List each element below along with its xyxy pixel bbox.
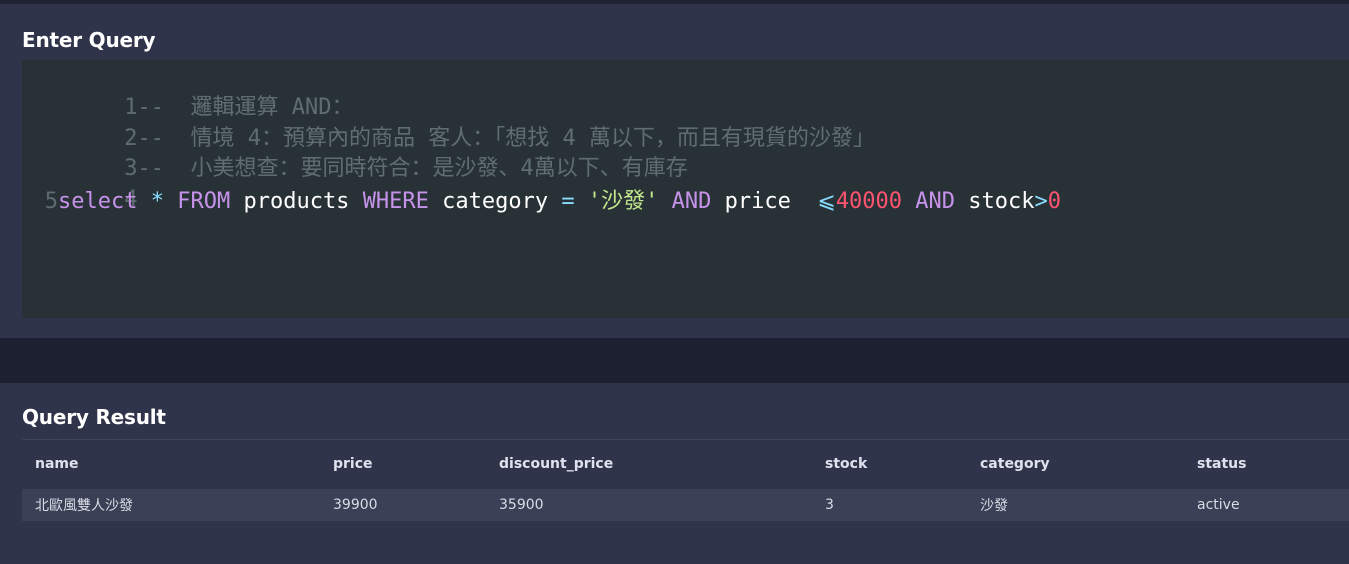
- code-line-5: 5select * FROM products WHERE category =…: [22, 187, 1061, 217]
- column-header-category[interactable]: category: [967, 440, 1184, 489]
- panel-divider: [0, 338, 1349, 383]
- sql-column-stock: stock: [968, 189, 1035, 214]
- sql-keyword-select: select: [58, 189, 138, 214]
- cell-status: active: [1197, 496, 1240, 513]
- sql-operator-eq: =: [561, 189, 575, 214]
- code-line-4: 4: [22, 155, 137, 212]
- sql-star: *: [150, 189, 164, 214]
- sql-column-price: price: [724, 189, 791, 214]
- cell-discount-price: 35900: [499, 496, 544, 513]
- sql-table-name: products: [243, 189, 350, 214]
- cell-stock: 3: [825, 496, 834, 513]
- result-panel: Query Result name price discount_price s…: [0, 383, 1349, 564]
- code-line-3: 3-- 小美想查：要同時符合：是沙發、4萬以下、有庫存: [22, 124, 687, 181]
- result-table: name price discount_price stock category…: [22, 439, 1349, 521]
- sql-comment: -- 小美想查：要同時符合：是沙發、4萬以下、有庫存: [137, 156, 688, 181]
- column-header-status[interactable]: status: [1184, 440, 1349, 489]
- cell-price: 39900: [333, 496, 378, 513]
- column-header-discount-price[interactable]: discount_price: [486, 440, 812, 489]
- sql-operator-lte: ⩽: [817, 189, 836, 214]
- code-line-1: 1-- 邏輯運算 AND：: [22, 63, 353, 120]
- table-row: 北歐風雙人沙發 39900 35900 3 沙發 active: [22, 488, 1349, 521]
- sql-number-price: 40000: [835, 189, 903, 214]
- sql-operator-gt: >: [1034, 189, 1048, 214]
- table-header-row: name price discount_price stock category…: [22, 439, 1349, 489]
- sql-number-stock: 0: [1047, 189, 1062, 214]
- sql-keyword-and: AND: [915, 189, 956, 214]
- sql-keyword-and: AND: [671, 189, 712, 214]
- line-number: 5: [44, 189, 58, 214]
- column-header-stock[interactable]: stock: [812, 440, 967, 489]
- sql-string-value: '沙發': [587, 189, 659, 214]
- query-panel-title: Enter Query: [22, 28, 156, 52]
- sql-keyword-where: WHERE: [362, 189, 429, 214]
- sql-keyword-from: FROM: [177, 189, 231, 214]
- cell-category: 沙發: [980, 497, 1008, 514]
- result-panel-title: Query Result: [22, 405, 166, 429]
- cell-name: 北歐風雙人沙發: [35, 497, 133, 514]
- code-line-2: 2-- 情境 4：預算內的商品 客人：「想找 4 萬以下，而且有現貨的沙發」: [22, 94, 875, 151]
- sql-column-category: category: [442, 189, 549, 214]
- sql-editor[interactable]: 1-- 邏輯運算 AND： 2-- 情境 4：預算內的商品 客人：「想找 4 萬…: [22, 60, 1349, 318]
- column-header-price[interactable]: price: [320, 440, 486, 489]
- column-header-name[interactable]: name: [22, 440, 320, 489]
- query-panel: Enter Query 1-- 邏輯運算 AND： 2-- 情境 4：預算內的商…: [0, 4, 1349, 338]
